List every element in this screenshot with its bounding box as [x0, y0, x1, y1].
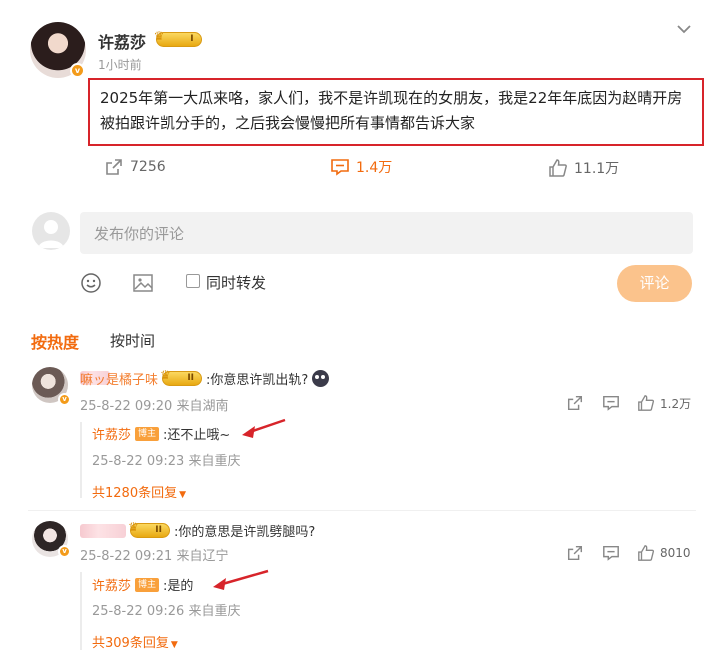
- crown-icon: ♛: [153, 29, 165, 43]
- reply-meta: 25-8-22 09:23 来自重庆: [92, 454, 241, 469]
- reply-thread-line: [80, 422, 82, 498]
- default-user-icon: [38, 220, 64, 248]
- comment-like-count: 8010: [660, 546, 691, 560]
- thumbs-up-icon: [638, 545, 655, 561]
- reply-thread-line: [80, 572, 82, 650]
- comment-text: :你的意思是许凯劈腿吗?: [174, 525, 316, 540]
- post-author-name[interactable]: 许荔莎 ♛ I: [98, 29, 202, 53]
- reply-meta: 25-8-22 09:26 来自重庆: [92, 604, 241, 619]
- crown-icon: ♛: [160, 368, 171, 382]
- view-more-replies[interactable]: 共309条回复 ▼: [92, 632, 178, 651]
- chevron-down-icon[interactable]: [675, 20, 693, 38]
- emoji-icon[interactable]: [80, 272, 102, 294]
- comment-input[interactable]: 发布你的评论: [80, 212, 693, 254]
- reply-author-name[interactable]: 许荔莎: [92, 424, 131, 443]
- comment-like-action[interactable]: 1.2万: [637, 394, 691, 412]
- verified-badge-icon: v: [58, 545, 71, 558]
- comment-action[interactable]: 1.4万: [330, 157, 392, 177]
- share-icon[interactable]: [566, 394, 584, 412]
- like-action[interactable]: 11.1万: [548, 158, 619, 178]
- member-level-number: I: [190, 34, 194, 44]
- comment-header: 嘛ッ是橘子味 ♛ II :你意思许凯出轨?: [80, 368, 330, 388]
- member-level-number: II: [155, 525, 162, 535]
- view-more-replies[interactable]: 共1280条回复 ▼: [92, 482, 186, 501]
- author-badge: 博主: [135, 577, 160, 592]
- comment-divider: [28, 510, 696, 511]
- member-level-badge: ♛ II: [160, 368, 203, 386]
- commenter-name[interactable]: 嘛ッ是橘子味: [80, 369, 158, 388]
- verified-badge-icon: v: [70, 63, 85, 78]
- tab-sort-by-time[interactable]: 按时间: [110, 330, 155, 351]
- red-arrow-annotation: [213, 569, 269, 590]
- emoji-sticker-icon: [312, 370, 330, 387]
- reply-text: :是的: [163, 579, 194, 594]
- reply-header: 许荔莎 博主 :还不止哦~: [92, 424, 230, 443]
- comment-text: :你意思许凯出轨?: [206, 373, 309, 388]
- comment-like-action[interactable]: 8010: [637, 544, 691, 562]
- reply-author-name[interactable]: 许荔莎: [92, 575, 131, 594]
- member-level-badge: ♛ I: [153, 29, 202, 47]
- author-badge: 博主: [135, 426, 160, 441]
- forward-label: 同时转发: [206, 274, 267, 292]
- reply-header: 许荔莎 博主 :是的: [92, 575, 193, 594]
- my-avatar: [32, 212, 70, 250]
- like-count: 11.1万: [574, 161, 620, 177]
- forward-checkbox[interactable]: [186, 274, 200, 288]
- share-icon: [106, 159, 122, 175]
- caret-down-icon: ▼: [170, 640, 178, 650]
- comment-header: ♛ II :你的意思是许凯劈腿吗?: [80, 520, 316, 540]
- post-author-label: 许荔莎: [98, 33, 147, 52]
- member-level-number: II: [187, 373, 195, 383]
- member-level-badge: ♛ II: [128, 520, 170, 538]
- reply-text: :还不止哦~: [163, 428, 231, 443]
- post-text: 2025年第一大瓜来咯，家人们，我不是许凯现在的女朋友，我是22年年底因为赵晴开…: [100, 89, 683, 132]
- share-icon[interactable]: [566, 544, 584, 562]
- more-replies-label: 共309条回复: [92, 636, 169, 651]
- image-upload-icon[interactable]: [132, 272, 154, 294]
- post-content-highlight: 2025年第一大瓜来咯，家人们，我不是许凯现在的女朋友，我是22年年底因为赵晴开…: [88, 78, 704, 146]
- thumbs-up-icon: [638, 395, 655, 411]
- caret-down-icon: ▼: [179, 490, 187, 500]
- post-time: 1小时前: [98, 58, 142, 72]
- red-arrow-annotation: [242, 418, 286, 438]
- comment-count: 1.4万: [356, 160, 393, 176]
- comment-like-count: 1.2万: [660, 396, 692, 411]
- share-count: 7256: [130, 159, 166, 175]
- commenter-name-label: 嘛ッ是橘子味: [80, 373, 159, 388]
- thumbs-up-icon: [549, 159, 567, 177]
- tab-sort-by-hot[interactable]: 按热度: [31, 329, 79, 353]
- verified-badge-icon: v: [58, 393, 71, 406]
- reply-icon[interactable]: [602, 394, 620, 412]
- redacted-commenter-name[interactable]: [80, 523, 126, 538]
- submit-comment-button[interactable]: 评论: [617, 265, 692, 302]
- comment-icon: [331, 159, 349, 176]
- more-replies-label: 共1280条回复: [92, 486, 178, 501]
- comment-meta: 25-8-22 09:21 来自辽宁: [80, 549, 229, 564]
- reply-icon[interactable]: [602, 544, 620, 562]
- share-action[interactable]: 7256: [104, 157, 166, 177]
- comment-meta: 25-8-22 09:20 来自湖南: [80, 399, 229, 414]
- crown-icon: ♛: [128, 520, 139, 534]
